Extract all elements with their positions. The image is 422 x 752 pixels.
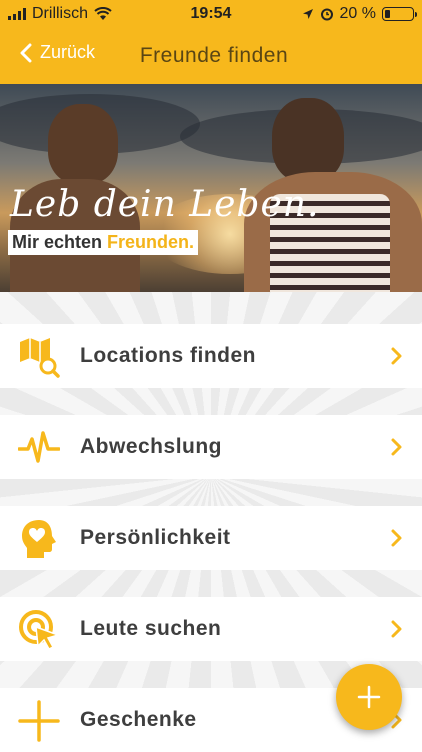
status-right: 20 % xyxy=(302,5,417,23)
chevron-right-icon xyxy=(391,347,402,365)
menu-item-label: Leute suchen xyxy=(80,617,222,640)
page-title: Freunde finden xyxy=(139,44,289,67)
menu-item-leute-suchen[interactable]: Leute suchen xyxy=(0,597,422,661)
location-arrow-icon xyxy=(302,9,313,19)
pulse-icon xyxy=(18,431,60,463)
plus-cross-icon xyxy=(18,700,60,742)
head-heart-icon xyxy=(22,520,56,558)
menu-item-locations[interactable]: Locations finden xyxy=(0,324,422,388)
hero-subline: Mir echten Freunden. xyxy=(8,230,199,255)
menu-item-label: Locations finden xyxy=(80,344,256,367)
battery-percent: 20 % xyxy=(339,5,376,22)
menu-item-persoenlichkeit[interactable]: Persönlichkeit xyxy=(0,506,422,570)
target-cursor-icon xyxy=(19,610,60,650)
hero-person-left xyxy=(48,104,118,184)
menu-item-label: Geschenke xyxy=(80,708,197,731)
chevron-right-icon xyxy=(391,620,402,638)
hero-person-right xyxy=(272,98,344,182)
chevron-right-icon xyxy=(391,529,402,547)
hero-banner: Leb dein Leben. Mir echten Freunden. xyxy=(0,84,422,292)
plus-icon xyxy=(357,685,381,709)
hero-sub-highlight: Freunden. xyxy=(107,232,195,252)
battery-icon xyxy=(382,7,417,21)
hero-headline: Leb dein Leben. xyxy=(10,184,320,225)
menu-item-label: Abwechslung xyxy=(80,435,223,458)
chevron-right-icon xyxy=(391,438,402,456)
alarm-icon xyxy=(320,8,333,21)
add-fab-button[interactable] xyxy=(336,664,402,730)
hero-sub-prefix: Mir echten xyxy=(12,232,108,252)
menu-item-abwechslung[interactable]: Abwechslung xyxy=(0,415,422,479)
nav-bar: Zurück Freunde finden xyxy=(0,28,422,84)
status-bar: Drillisch 19:54 20 % xyxy=(0,0,422,28)
battery-fill xyxy=(385,10,390,18)
map-search-icon xyxy=(20,338,60,378)
menu-item-label: Persönlichkeit xyxy=(80,526,231,549)
